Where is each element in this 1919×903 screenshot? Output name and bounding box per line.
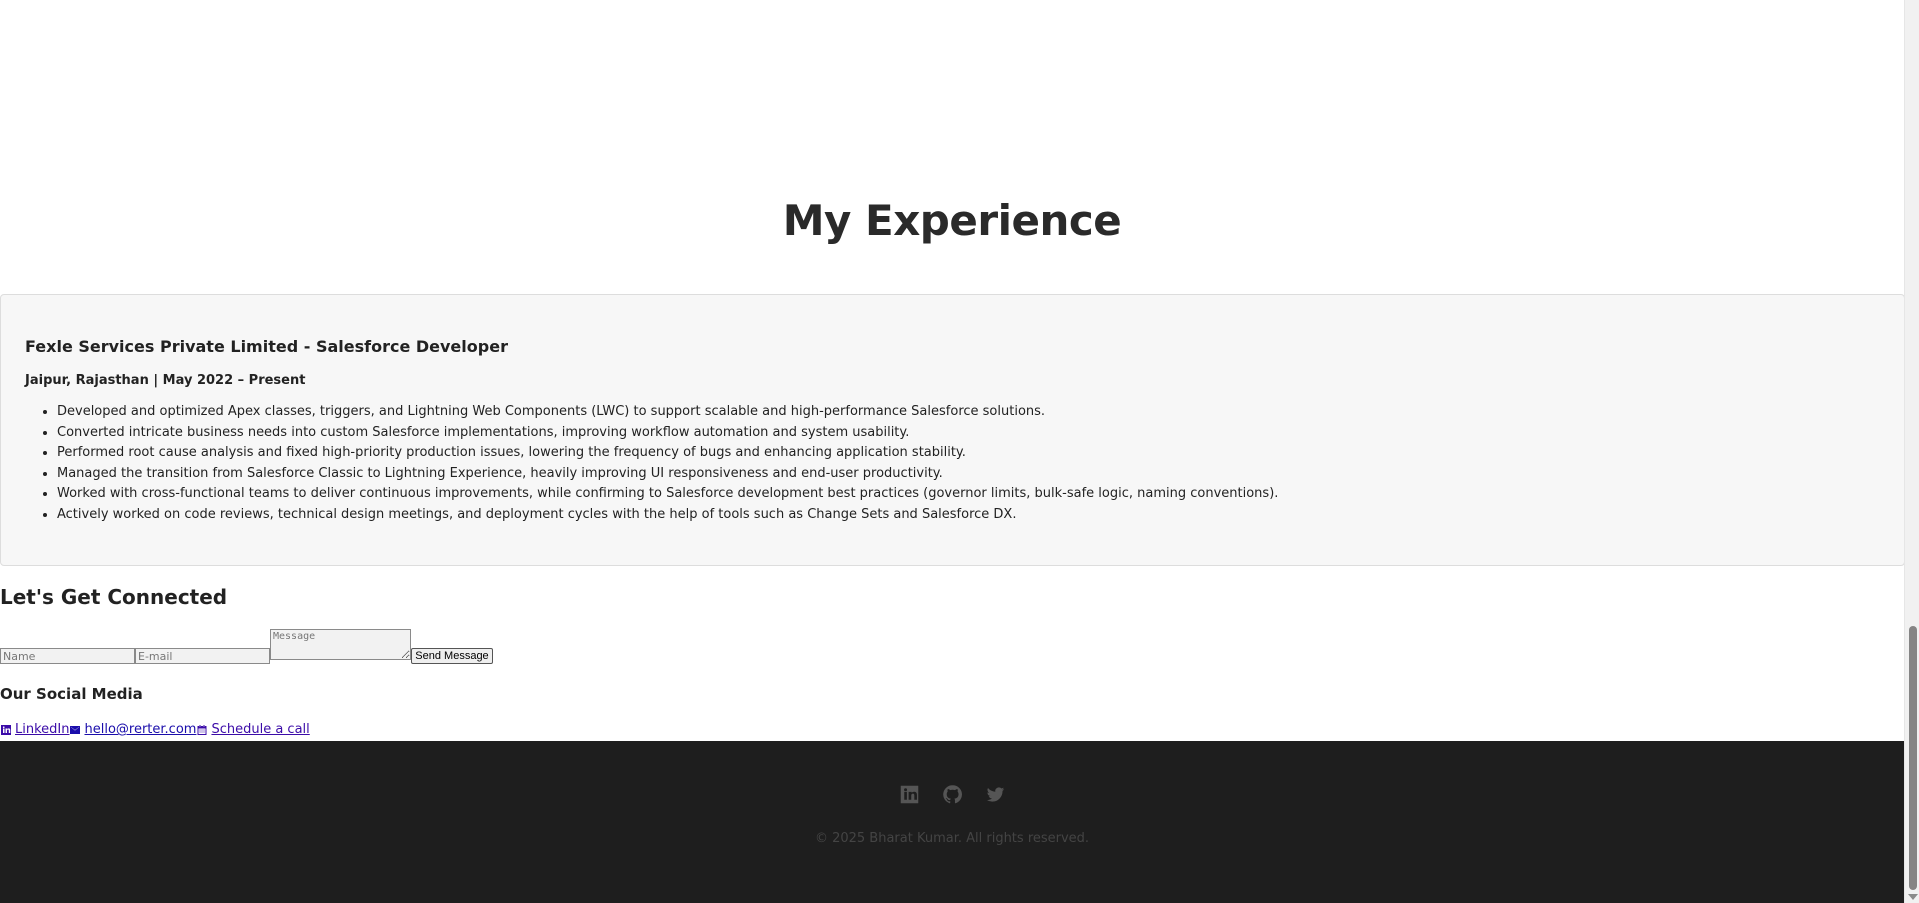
copyright-text: © 2025 Bharat Kumar. All rights reserved… xyxy=(814,831,1090,846)
vertical-scrollbar[interactable] xyxy=(1904,0,1919,903)
duty-item: Managed the transition from Salesforce C… xyxy=(57,464,1880,485)
duty-item: Converted intricate business needs into … xyxy=(57,423,1880,444)
send-message-button[interactable]: Send Message xyxy=(411,648,493,664)
scroll-down-arrow-icon[interactable] xyxy=(1908,894,1918,900)
message-textarea[interactable] xyxy=(270,629,411,660)
schedule-call-link-label: Schedule a call xyxy=(211,722,310,737)
linkedin-icon xyxy=(1,724,11,735)
scrollbar-thumb[interactable] xyxy=(1909,626,1917,890)
email-input[interactable] xyxy=(135,648,270,664)
twitter-icon xyxy=(986,787,1004,802)
duty-item: Performed root cause analysis and fixed … xyxy=(57,443,1880,464)
linkedin-link-label: LinkedIn xyxy=(15,722,70,737)
footer-linkedin-link[interactable] xyxy=(899,784,920,805)
footer: © 2025 Bharat Kumar. All rights reserved… xyxy=(0,741,1904,903)
footer-social-icons xyxy=(0,784,1904,805)
social-heading: Our Social Media xyxy=(0,685,143,703)
envelope-icon xyxy=(70,725,81,734)
schedule-call-link[interactable]: Schedule a call xyxy=(196,722,310,737)
footer-github-link[interactable] xyxy=(942,784,963,805)
job-meta: Jaipur, Rajasthan | May 2022 – Present xyxy=(25,373,306,388)
email-link[interactable]: hello@rerter.com xyxy=(69,722,196,737)
duty-item: Worked with cross-functional teams to de… xyxy=(57,484,1880,505)
linkedin-link[interactable]: LinkedIn xyxy=(0,722,69,737)
job-title: Fexle Services Private Limited - Salesfo… xyxy=(25,337,508,356)
calendar-icon xyxy=(197,724,207,735)
connect-heading: Let's Get Connected xyxy=(0,585,228,609)
experience-card: Fexle Services Private Limited - Salesfo… xyxy=(0,294,1905,566)
linkedin-icon xyxy=(900,785,918,804)
page: My Experience Fexle Services Private Lim… xyxy=(0,0,1905,903)
social-links: LinkedIn hello@rerter.com Schedule a cal… xyxy=(0,722,310,740)
duty-item: Developed and optimized Apex classes, tr… xyxy=(57,402,1880,423)
duty-item: Actively worked on code reviews, technic… xyxy=(57,505,1880,526)
email-link-label: hello@rerter.com xyxy=(84,722,197,737)
duties-list: Developed and optimized Apex classes, tr… xyxy=(25,402,1880,525)
name-input[interactable] xyxy=(0,648,135,664)
footer-twitter-link[interactable] xyxy=(985,784,1006,805)
github-icon xyxy=(942,785,962,804)
experience-heading: My Experience xyxy=(782,196,1122,245)
